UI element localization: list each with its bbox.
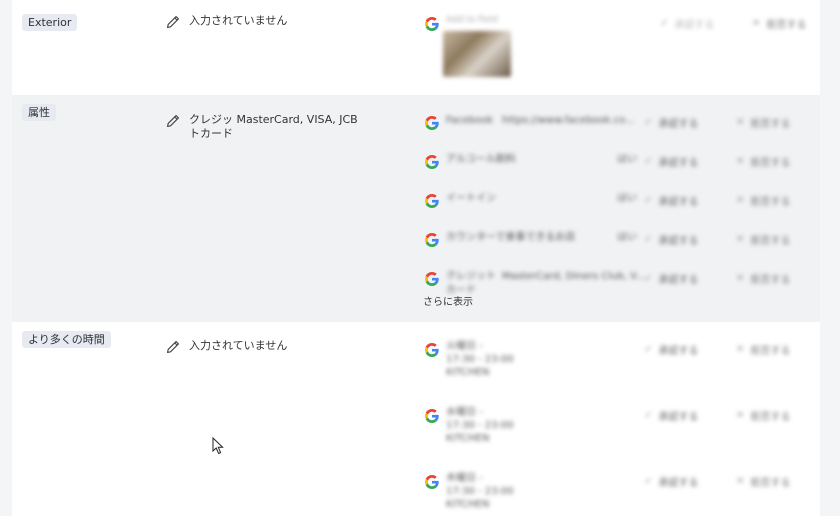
attr-reject-button[interactable]: ✕ 拒否する xyxy=(736,154,790,169)
attr-approve-button[interactable]: ✓ 承認する xyxy=(644,154,698,169)
x-icon: ✕ xyxy=(736,234,745,245)
pencil-icon xyxy=(166,15,180,29)
x-icon: ✕ xyxy=(736,156,745,167)
exterior-section xyxy=(12,0,820,95)
hours-reject-button[interactable]: ✕ 拒否する xyxy=(736,474,790,489)
attr-reject-button[interactable]: ✕ 拒否する xyxy=(736,115,790,130)
google-icon xyxy=(425,155,439,169)
hours-suggestion-name: KITCHEN xyxy=(446,433,490,444)
x-icon: ✕ xyxy=(736,476,745,487)
attr-suggestion-extra: はい xyxy=(617,154,637,165)
exterior-suggestion-text: Add to field xyxy=(446,15,498,25)
pencil-icon xyxy=(166,340,180,354)
attr-suggestion-text: クレジット xyxy=(446,271,496,282)
check-icon: ✓ xyxy=(644,410,653,421)
attr-approve-button[interactable]: ✓ 承認する xyxy=(644,271,698,286)
x-icon: ✕ xyxy=(736,344,745,355)
x-icon: ✕ xyxy=(736,195,745,206)
attr-reject-button[interactable]: ✕ 拒否する xyxy=(736,193,790,208)
check-icon: ✓ xyxy=(644,234,653,245)
hours-suggestion-day: 木曜日 - xyxy=(446,473,483,484)
attr-suggestion-extra: はい xyxy=(617,232,637,243)
attr-approve-button[interactable]: ✓ 承認する xyxy=(644,232,698,247)
hours-suggestion-name: KITCHEN xyxy=(446,367,490,378)
check-icon: ✓ xyxy=(644,476,653,487)
x-icon: ✕ xyxy=(752,18,761,29)
check-icon: ✓ xyxy=(644,195,653,206)
mouse-cursor-icon xyxy=(212,437,224,455)
attributes-section xyxy=(12,95,820,322)
check-icon: ✓ xyxy=(644,273,653,284)
attr-suggestion-text: アルコール飲料 xyxy=(446,154,516,165)
more-hours-section xyxy=(12,322,820,516)
attr-suggestion-extra: はい xyxy=(617,193,637,204)
attributes-current-value: クレジッ MasterCard, VISA, JCB トカード xyxy=(189,113,358,140)
google-icon xyxy=(425,272,439,286)
attr-suggestion-text: Facebook xyxy=(446,115,493,126)
attr-approve-button[interactable]: ✓ 承認する xyxy=(644,115,698,130)
pencil-icon xyxy=(166,114,180,128)
google-icon xyxy=(425,475,439,489)
attributes-label: 属性 xyxy=(22,104,56,121)
google-icon xyxy=(425,116,439,130)
hours-suggestion-time: 17:30 - 23:00 xyxy=(446,420,514,431)
x-icon: ✕ xyxy=(736,117,745,128)
show-more-link[interactable]: さらに表示 xyxy=(423,293,473,308)
exterior-label: Exterior xyxy=(22,14,78,31)
google-icon xyxy=(425,233,439,247)
exterior-reject-button[interactable]: ✕ 拒否する xyxy=(752,16,806,31)
attr-approve-button[interactable]: ✓ 承認する xyxy=(644,193,698,208)
attr-suggestion-extra: https://www.facebook.co... xyxy=(502,115,635,126)
attr-suggestion-text: カウンターで食事できるお店 xyxy=(446,232,576,243)
more-hours-label: より多くの時間 xyxy=(22,331,111,348)
more-hours-current-value: 入力されていません xyxy=(189,339,288,352)
hours-suggestion-day: 水曜日 - xyxy=(446,407,483,418)
hours-suggestion-time: 17:30 - 23:00 xyxy=(446,354,514,365)
x-icon: ✕ xyxy=(736,410,745,421)
check-icon: ✓ xyxy=(644,344,653,355)
attr-suggestion-extra: MasterCard, Diners Club, V... xyxy=(502,271,646,282)
attr-reject-button[interactable]: ✕ 拒否する xyxy=(736,232,790,247)
hours-approve-button[interactable]: ✓ 承認する xyxy=(644,474,698,489)
check-icon: ✓ xyxy=(644,117,653,128)
attr-reject-button[interactable]: ✕ 拒否する xyxy=(736,271,790,286)
hours-suggestion-time: 17:30 - 23:00 xyxy=(446,486,514,497)
google-icon xyxy=(425,343,439,357)
attributes-edit[interactable]: クレジッ MasterCard, VISA, JCB トカード xyxy=(166,113,359,141)
more-hours-edit[interactable]: 入力されていません xyxy=(166,339,349,354)
attr-suggestion-text: イートイン xyxy=(446,193,496,204)
exterior-approve-button[interactable]: ✓ 承認する xyxy=(660,16,714,31)
check-icon: ✓ xyxy=(660,18,669,29)
hours-reject-button[interactable]: ✕ 拒否する xyxy=(736,342,790,357)
hours-suggestion-name: KITCHEN xyxy=(446,499,490,510)
hours-approve-button[interactable]: ✓ 承認する xyxy=(644,342,698,357)
hours-reject-button[interactable]: ✕ 拒否する xyxy=(736,408,790,423)
google-icon xyxy=(425,17,439,31)
google-icon xyxy=(425,409,439,423)
hours-suggestion-day: 火曜日 - xyxy=(446,341,483,352)
exterior-edit[interactable]: 入力されていません xyxy=(166,14,349,29)
exterior-photo-thumbnail[interactable] xyxy=(443,31,511,77)
check-icon: ✓ xyxy=(644,156,653,167)
exterior-current-value: 入力されていません xyxy=(189,14,288,27)
google-icon xyxy=(425,194,439,208)
hours-approve-button[interactable]: ✓ 承認する xyxy=(644,408,698,423)
x-icon: ✕ xyxy=(736,273,745,284)
